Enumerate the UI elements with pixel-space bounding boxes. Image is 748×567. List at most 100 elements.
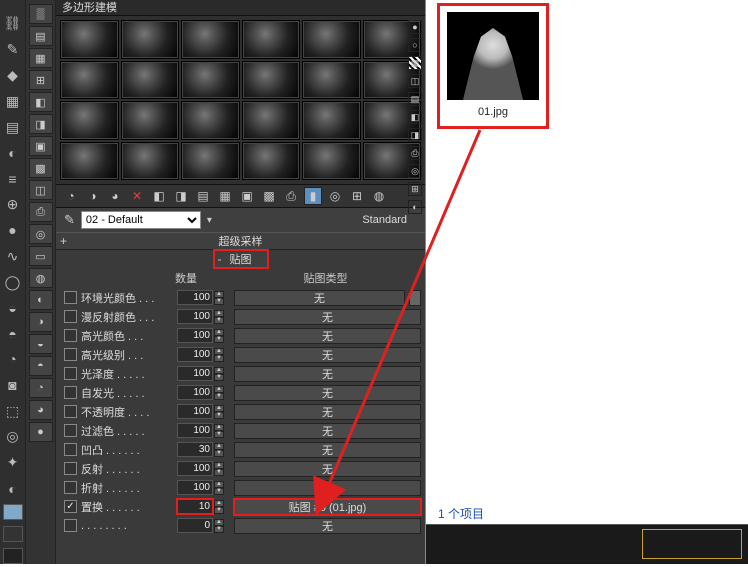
- spinner-down-icon[interactable]: ▼: [214, 298, 224, 305]
- map-slot-button[interactable]: 无: [234, 423, 421, 439]
- tool-btn-6[interactable]: ▣: [29, 136, 53, 156]
- map-amount-spinner[interactable]: 0: [177, 518, 213, 533]
- tool-btn-18[interactable]: ◕: [29, 400, 53, 420]
- palette-icon[interactable]: ◫: [408, 74, 422, 88]
- map-amount-spinner[interactable]: 30: [177, 442, 213, 457]
- quarter3-icon[interactable]: ◕: [106, 187, 124, 205]
- map-amount-spinner[interactable]: 10: [177, 499, 213, 514]
- palette-icon[interactable]: ◎: [408, 164, 422, 178]
- map-checkbox[interactable]: [64, 462, 77, 475]
- map-checkbox[interactable]: [64, 291, 77, 304]
- tool-btn-7[interactable]: ▩: [29, 158, 53, 178]
- chain-icon[interactable]: ⛓: [3, 14, 23, 34]
- tool-btn-11[interactable]: ▭: [29, 246, 53, 266]
- material-slot[interactable]: [242, 61, 301, 100]
- spinner-up-icon[interactable]: ▲: [214, 405, 224, 412]
- map-checkbox[interactable]: [64, 443, 77, 456]
- map-amount-spinner[interactable]: 100: [177, 309, 213, 324]
- map-slot-button[interactable]: 无: [234, 480, 421, 496]
- spinner-up-icon[interactable]: ▲: [214, 500, 224, 507]
- map-checkbox[interactable]: [64, 348, 77, 361]
- palette-icon[interactable]: ●: [408, 20, 422, 34]
- map-amount-spinner[interactable]: 100: [177, 347, 213, 362]
- bar-icon[interactable]: ▮: [304, 187, 322, 205]
- split1-icon[interactable]: ◧: [150, 187, 168, 205]
- scrollbar-thumb[interactable]: [409, 290, 421, 306]
- grid-icon[interactable]: ▦: [3, 91, 23, 111]
- map-slot-button[interactable]: 无: [234, 404, 421, 420]
- material-name-select[interactable]: 02 - Default: [81, 211, 201, 229]
- spinner-up-icon[interactable]: ▲: [214, 329, 224, 336]
- color-swatch-2[interactable]: [3, 526, 23, 542]
- spinner-up-icon[interactable]: ▲: [214, 291, 224, 298]
- material-slot[interactable]: [181, 142, 240, 181]
- spinner-buttons[interactable]: ▲▼: [214, 386, 224, 400]
- boxed-icon[interactable]: ▣: [238, 187, 256, 205]
- spinner-buttons[interactable]: ▲▼: [214, 329, 224, 343]
- rows-icon[interactable]: ▤: [194, 187, 212, 205]
- map-checkbox[interactable]: [64, 481, 77, 494]
- spinner-down-icon[interactable]: ▼: [214, 393, 224, 400]
- tool-btn-15[interactable]: ◒: [29, 334, 53, 354]
- map-checkbox[interactable]: [64, 386, 77, 399]
- tool-btn-13[interactable]: ◐: [29, 290, 53, 310]
- map-checkbox[interactable]: [64, 519, 77, 532]
- tool-btn-2[interactable]: ▦: [29, 48, 53, 68]
- dense-icon[interactable]: ▩: [260, 187, 278, 205]
- map-amount-spinner[interactable]: 100: [177, 461, 213, 476]
- tool-btn-9[interactable]: ⎙: [29, 202, 53, 222]
- material-slot[interactable]: [181, 20, 240, 59]
- tool-btn-14[interactable]: ◑: [29, 312, 53, 332]
- spinner-buttons[interactable]: ▲▼: [214, 443, 224, 457]
- material-slot[interactable]: [181, 101, 240, 140]
- tool-btn-4[interactable]: ◧: [29, 92, 53, 112]
- spinner-up-icon[interactable]: ▲: [214, 519, 224, 526]
- tool-btn-3[interactable]: ⊞: [29, 70, 53, 90]
- material-slot[interactable]: [242, 142, 301, 181]
- plus2-icon[interactable]: ⊞: [348, 187, 366, 205]
- material-slot[interactable]: [242, 20, 301, 59]
- palette-icon[interactable]: ⎙: [408, 146, 422, 160]
- material-slot[interactable]: [302, 142, 361, 181]
- map-amount-spinner[interactable]: 100: [177, 328, 213, 343]
- palette-icon[interactable]: ▤: [408, 92, 422, 106]
- material-slot[interactable]: [302, 101, 361, 140]
- map-checkbox[interactable]: [64, 367, 77, 380]
- spinner-down-icon[interactable]: ▼: [214, 450, 224, 457]
- spinner-up-icon[interactable]: ▲: [214, 424, 224, 431]
- half-icon[interactable]: ◐: [3, 143, 23, 163]
- material-slot[interactable]: [242, 101, 301, 140]
- dot-icon[interactable]: ●: [3, 221, 23, 241]
- square-icon[interactable]: ◙: [3, 375, 23, 395]
- tool-btn-19[interactable]: ●: [29, 422, 53, 442]
- material-slot[interactable]: [60, 20, 119, 59]
- map-amount-spinner[interactable]: 100: [177, 290, 213, 305]
- half4-icon[interactable]: ◔: [3, 350, 23, 370]
- pencil-icon[interactable]: ✎: [3, 40, 23, 60]
- tool-btn-1[interactable]: ▤: [29, 26, 53, 46]
- star-icon[interactable]: ✦: [3, 453, 23, 473]
- dropdown-icon[interactable]: ▾: [207, 215, 212, 226]
- map-slot-button[interactable]: 无: [234, 328, 421, 344]
- spinner-up-icon[interactable]: ▲: [214, 443, 224, 450]
- quarter2-icon[interactable]: ◑: [84, 187, 102, 205]
- spinner-buttons[interactable]: ▲▼: [214, 481, 224, 495]
- material-slot[interactable]: [121, 20, 180, 59]
- spinner-down-icon[interactable]: ▼: [214, 355, 224, 362]
- lines-icon[interactable]: ≡: [3, 169, 23, 189]
- map-slot-button[interactable]: 无: [234, 290, 405, 306]
- box-icon[interactable]: ⬚: [3, 401, 23, 421]
- spinner-buttons[interactable]: ▲▼: [214, 348, 224, 362]
- map-slot-button[interactable]: 无: [234, 442, 421, 458]
- file-thumbnail[interactable]: 01.jpg: [438, 4, 548, 128]
- spinner-up-icon[interactable]: ▲: [214, 367, 224, 374]
- rollout-maps[interactable]: - 贴图: [214, 250, 268, 268]
- spinner-down-icon[interactable]: ▼: [214, 431, 224, 438]
- plus-icon[interactable]: ⊕: [3, 195, 23, 215]
- spinner-down-icon[interactable]: ▼: [214, 317, 224, 324]
- spinner-down-icon[interactable]: ▼: [214, 374, 224, 381]
- tool-btn-12[interactable]: ◍: [29, 268, 53, 288]
- spinner-up-icon[interactable]: ▲: [214, 462, 224, 469]
- half3-icon[interactable]: ◓: [3, 324, 23, 344]
- spinner-up-icon[interactable]: ▲: [214, 386, 224, 393]
